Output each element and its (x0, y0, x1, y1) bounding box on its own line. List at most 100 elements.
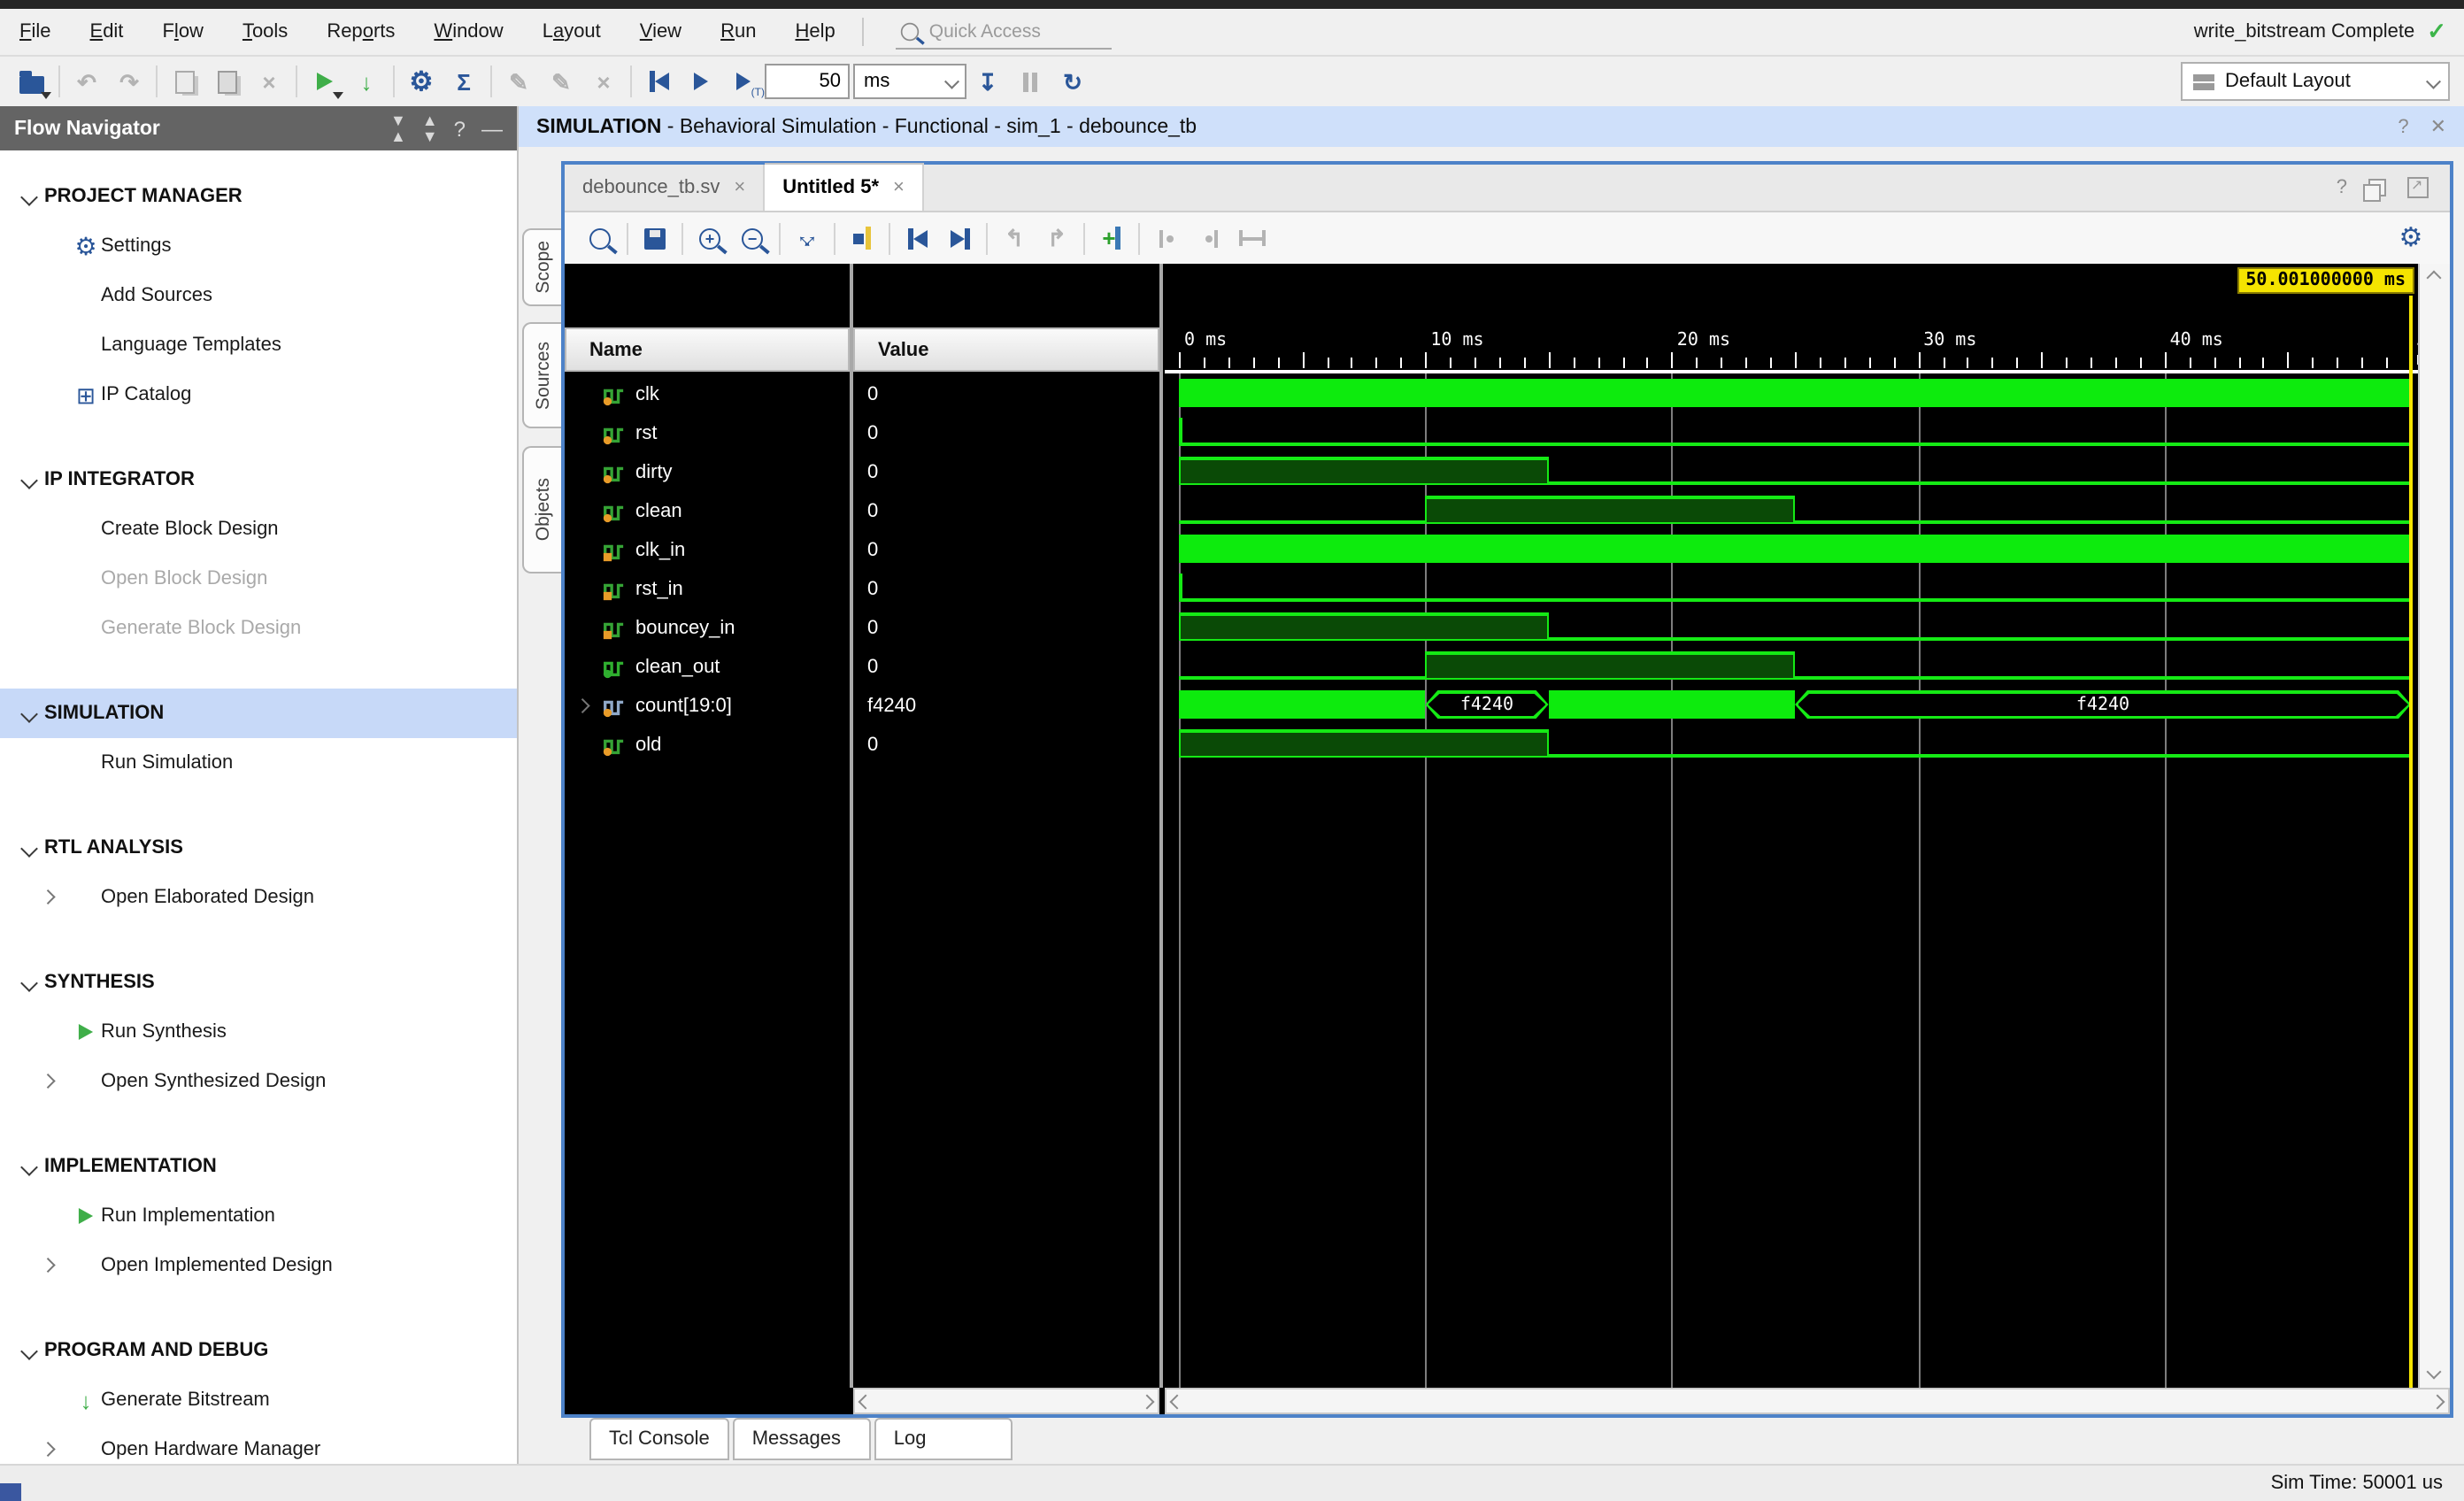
toolbar-button-restart[interactable] (637, 62, 680, 101)
signal-row-count190[interactable]: count[19:0] (565, 687, 850, 726)
toolbar-button-zoom-in[interactable]: + (689, 219, 731, 258)
flow-item-language-templates[interactable]: Language Templates (0, 320, 517, 370)
toolbar-button-undo[interactable]: ↶ (65, 62, 108, 101)
toolbar-button-swap-after[interactable]: ↱ (1036, 219, 1078, 258)
time-unit-select[interactable]: ms (853, 64, 966, 99)
signal-value-panel[interactable]: 0 0 0 0 0 0 0 0 f4240 0 (853, 264, 1159, 1388)
flow-section-simulation[interactable]: SIMULATION (0, 689, 517, 738)
wave-horizontal-scrollbar[interactable] (1165, 1388, 2450, 1414)
expand-icon[interactable] (574, 699, 589, 713)
flow-section-ip-integrator[interactable]: IP INTEGRATOR (0, 455, 517, 504)
toolbar-button-zoom-out[interactable]: − (731, 219, 774, 258)
toolbar-button-redo[interactable]: ↷ (108, 62, 150, 101)
editor-tab-debounce-tb-sv[interactable]: debounce_tb.sv × (565, 165, 766, 211)
toolbar-button-run-for-time[interactable]: (T) (722, 62, 765, 101)
menu-view[interactable]: View (620, 21, 701, 42)
signal-name-panel[interactable]: clk rst dirty clean clk_in rst_in bouncey_in cl… (565, 264, 850, 1388)
flow-item-generate-block-design[interactable]: Generate Block Design (0, 604, 517, 653)
menu-help[interactable]: Help (776, 21, 855, 42)
help-icon[interactable]: ? (2398, 116, 2408, 137)
toolbar-button-settings-gear[interactable]: ⚙ (400, 62, 443, 101)
menu-window[interactable]: Window (414, 21, 522, 42)
flow-section-project-manager[interactable]: PROJECT MANAGER (0, 172, 517, 221)
signal-row-rst_in[interactable]: rst_in (565, 570, 850, 609)
float-window-icon[interactable] (2363, 179, 2386, 202)
toolbar-button-add-marker[interactable]: + (1090, 219, 1133, 258)
vertical-scrollbar[interactable] (2418, 264, 2450, 1388)
menu-tools[interactable]: Tools (223, 21, 307, 42)
waveform-plot-area[interactable]: 0 ms10 ms20 ms30 ms40 ms50 msf4240f42405… (1165, 264, 2418, 1388)
scroll-down-icon[interactable] (2426, 1364, 2442, 1380)
toolbar-button-swap-before[interactable]: ↰ (993, 219, 1036, 258)
toolbar-button-relaunch[interactable]: ↻ (1051, 62, 1094, 101)
flow-section-program-and-debug[interactable]: PROGRAM AND DEBUG (0, 1326, 517, 1375)
menu-run[interactable]: Run (701, 21, 775, 42)
signal-row-dirty[interactable]: dirty (565, 453, 850, 492)
signal-row-clk_in[interactable]: clk_in (565, 531, 850, 570)
value-column-header[interactable]: Value (853, 327, 1159, 372)
simulation-time-input[interactable] (765, 64, 850, 99)
toolbar-button-previous-marker[interactable] (1145, 219, 1188, 258)
flow-section-rtl-analysis[interactable]: RTL ANALYSIS (0, 823, 517, 873)
toolbar-button-next-marker[interactable] (1188, 219, 1230, 258)
close-icon[interactable]: × (734, 177, 745, 198)
flow-item-run-synthesis[interactable]: Run Synthesis (0, 1007, 517, 1057)
signal-row-clk[interactable]: clk (565, 375, 850, 414)
signal-row-old[interactable]: old (565, 726, 850, 765)
flow-item-run-implementation[interactable]: Run Implementation (0, 1191, 517, 1241)
bottom-tab-messages[interactable]: Messages (732, 1418, 871, 1460)
flow-item-open-elaborated-design[interactable]: Open Elaborated Design (0, 873, 517, 922)
toolbar-button-previous-transition[interactable] (896, 219, 938, 258)
signal-row-bouncey_in[interactable]: bouncey_in (565, 609, 850, 648)
toolbar-button-run[interactable] (303, 62, 345, 101)
signal-row-clean_out[interactable]: clean_out (565, 648, 850, 687)
scroll-left-icon[interactable] (858, 1393, 874, 1409)
expand-all-icon[interactable]: ▲ ▼ (422, 112, 438, 144)
toolbar-button-delete-disabled[interactable]: × (582, 62, 625, 101)
side-tab-objects[interactable]: Objects (522, 446, 563, 573)
toolbar-button-break-pause[interactable] (1009, 62, 1051, 101)
side-tab-sources[interactable]: Sources (522, 322, 563, 428)
value-horizontal-scrollbar[interactable] (853, 1388, 1159, 1414)
scroll-right-icon[interactable] (2429, 1393, 2445, 1409)
editor-tab-untitled-5-[interactable]: Untitled 5* × (765, 163, 924, 211)
toolbar-button-edit-disabled-b[interactable]: ✎ (540, 62, 582, 101)
toolbar-button-search[interactable] (579, 219, 621, 258)
toolbar-button-next-transition[interactable] (938, 219, 981, 258)
flow-item-open-block-design[interactable]: Open Block Design (0, 554, 517, 604)
waveform-settings-button[interactable]: ⚙ (2390, 219, 2432, 258)
toolbar-button-go-to-cursor[interactable] (841, 219, 883, 258)
menu-reports[interactable]: Reports (307, 21, 414, 42)
flow-section-synthesis[interactable]: SYNTHESIS (0, 958, 517, 1007)
flow-item-run-simulation[interactable]: Run Simulation (0, 738, 517, 788)
toolbar-button-step[interactable]: ↧ (966, 62, 1009, 101)
minimize-icon[interactable]: — (481, 118, 503, 139)
scroll-right-icon[interactable] (1139, 1393, 1155, 1409)
toolbar-button-delete[interactable]: × (248, 62, 290, 101)
flow-item-open-implemented-design[interactable]: Open Implemented Design (0, 1241, 517, 1290)
help-icon[interactable]: ? (454, 118, 466, 139)
signal-row-clean[interactable]: clean (565, 492, 850, 531)
flow-item-generate-bitstream[interactable]: ↓ Generate Bitstream (0, 1375, 517, 1425)
waveform-cursor[interactable] (2409, 296, 2413, 1388)
close-icon[interactable]: ✕ (2430, 115, 2446, 138)
flow-item-ip-catalog[interactable]: ⊞ IP Catalog (0, 370, 517, 420)
side-tab-scope[interactable]: Scope (522, 228, 563, 306)
toolbar-button-step-into[interactable]: ↓ (345, 62, 388, 101)
signal-row-rst[interactable]: rst (565, 414, 850, 453)
flow-item-create-block-design[interactable]: Create Block Design (0, 504, 517, 554)
menu-layout[interactable]: Layout (523, 21, 620, 42)
flow-section-implementation[interactable]: IMPLEMENTATION (0, 1142, 517, 1191)
flow-item-settings[interactable]: ⚙ Settings (0, 221, 517, 271)
close-icon[interactable]: × (893, 177, 905, 198)
toolbar-button-edit-disabled-a[interactable]: ✎ (497, 62, 540, 101)
menu-flow[interactable]: Flow (142, 21, 223, 42)
flow-item-add-sources[interactable]: Add Sources (0, 271, 517, 320)
scroll-up-icon[interactable] (2426, 270, 2442, 286)
toolbar-button-paste[interactable] (205, 62, 248, 101)
flow-item-open-hardware-manager[interactable]: Open Hardware Manager (0, 1425, 517, 1464)
menu-edit[interactable]: Edit (71, 21, 143, 42)
toolbar-button-save-waveform[interactable] (634, 219, 676, 258)
maximize-window-icon[interactable] (2407, 177, 2429, 198)
toolbar-button-zoom-fit[interactable] (786, 219, 828, 258)
